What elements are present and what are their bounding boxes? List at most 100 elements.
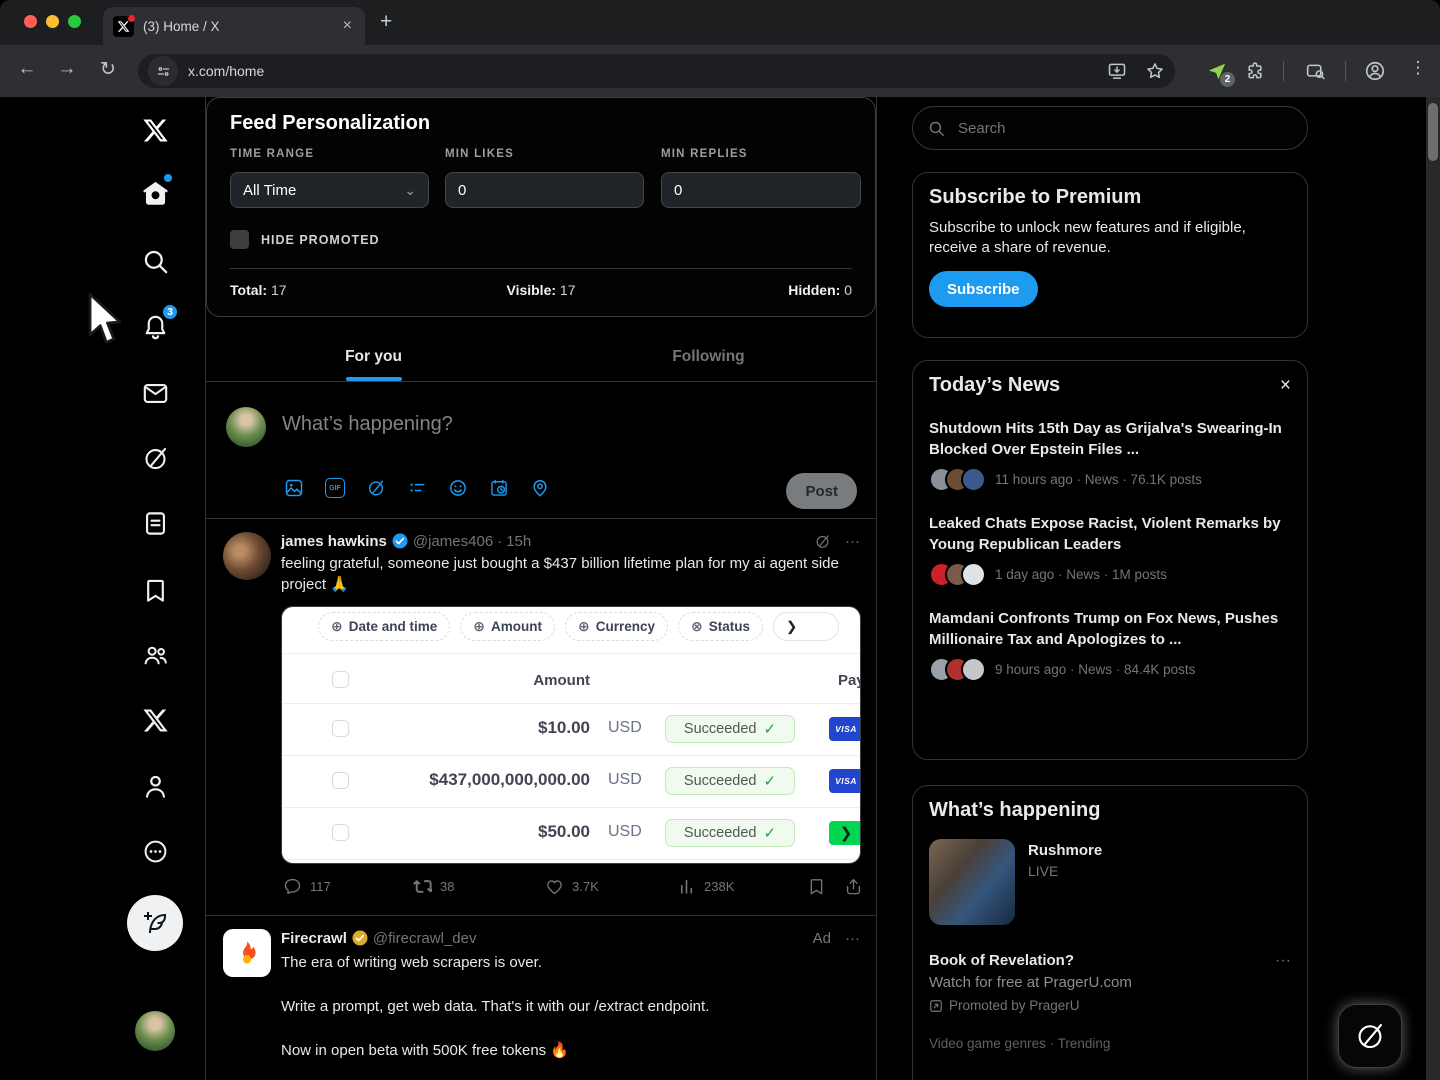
gif-icon[interactable]: GIF (325, 478, 345, 498)
trend-item-partial[interactable]: Video game genres · Trending (929, 1036, 1291, 1051)
row-checkbox[interactable] (332, 720, 349, 737)
tab-close-icon[interactable]: × (340, 17, 355, 35)
news-item[interactable]: Leaked Chats Expose Racist, Violent Rema… (929, 513, 1291, 587)
tweet-more-icon[interactable]: ··· (845, 533, 860, 550)
tweet-author-avatar[interactable] (223, 929, 271, 977)
row-checkbox[interactable] (332, 824, 349, 841)
scrollbar-thumb[interactable] (1428, 103, 1438, 161)
location-icon[interactable] (530, 478, 550, 498)
news-item[interactable]: Mamdani Confronts Trump on Fox News, Pus… (929, 608, 1291, 682)
share-button[interactable] (844, 877, 863, 896)
share-icon (844, 877, 863, 896)
bookmark-button[interactable] (807, 877, 826, 896)
tab-following[interactable]: Following (541, 332, 876, 381)
nav-account-avatar[interactable] (135, 1011, 175, 1051)
grok-enhance-icon[interactable] (366, 478, 386, 498)
repost-button[interactable]: 38 (413, 877, 454, 896)
tweet-image-payments-table[interactable]: ⊕Date and time ⊕Amount ⊕Currency ⊗Status… (281, 606, 861, 864)
author-name[interactable]: james hawkins (281, 533, 387, 550)
post-button[interactable]: Post (786, 473, 857, 509)
chevron-down-icon: ⌄ (404, 182, 416, 199)
filter-chip-currency[interactable]: ⊕Currency (565, 612, 668, 641)
page-scrollbar[interactable] (1426, 97, 1440, 1080)
row-checkbox[interactable] (332, 772, 349, 789)
reply-icon (283, 877, 302, 896)
nav-lists[interactable] (129, 497, 181, 549)
news-close-icon[interactable]: × (1280, 375, 1291, 397)
author-name[interactable]: Firecrawl (281, 930, 347, 947)
trend-more-icon[interactable]: ··· (1275, 952, 1291, 970)
nav-more[interactable] (129, 825, 181, 877)
tab-for-you[interactable]: For you (206, 332, 541, 381)
tweet-firecrawl-ad[interactable]: Firecrawl @firecrawl_dev Ad ··· The era … (206, 916, 876, 1080)
nav-profile[interactable] (129, 760, 181, 812)
subscribe-button[interactable]: Subscribe (929, 271, 1038, 307)
grok-actions-icon[interactable] (814, 533, 831, 550)
hide-promoted-checkbox[interactable] (230, 230, 249, 249)
filter-chip-status[interactable]: ⊗Status (678, 612, 763, 641)
search-box[interactable] (912, 106, 1308, 150)
promoted-trend-item[interactable]: Book of Revelation? ··· Watch for free a… (929, 952, 1291, 1051)
site-settings-icon[interactable] (148, 56, 178, 86)
profile-avatar-icon[interactable] (1363, 59, 1387, 83)
author-handle[interactable]: @firecrawl_dev (373, 930, 477, 947)
grok-floating-button[interactable] (1338, 1004, 1402, 1068)
bookmark-star-icon[interactable] (1145, 61, 1165, 81)
nav-home[interactable] (129, 167, 181, 219)
tweet-james-hawkins[interactable]: james hawkins @james406 · 15h ··· feelin… (206, 519, 876, 916)
install-app-icon[interactable] (1107, 61, 1127, 81)
browser-menu-icon[interactable]: ⋮ (1405, 58, 1431, 78)
tweet-author-avatar[interactable] (223, 532, 271, 580)
poll-icon[interactable] (407, 478, 427, 498)
macos-minimize-button[interactable] (46, 15, 59, 28)
gold-verified-badge-icon (351, 929, 369, 947)
tab-for-you-label: For you (345, 348, 402, 366)
url-text[interactable]: x.com/home (188, 63, 1107, 79)
live-event-thumbnail[interactable] (929, 839, 1015, 925)
plus-circle-icon: ⊕ (473, 618, 485, 635)
payment-column-header: Pay (838, 672, 861, 689)
address-bar[interactable]: x.com/home (138, 54, 1175, 88)
min-replies-input[interactable] (661, 172, 861, 208)
home-unread-dot (164, 174, 172, 182)
filter-chip-date[interactable]: ⊕Date and time (318, 612, 450, 641)
nav-grok[interactable] (129, 432, 181, 484)
views-button[interactable]: 238K (677, 877, 734, 896)
macos-zoom-button[interactable] (68, 15, 81, 28)
nav-messages[interactable] (129, 367, 181, 419)
time-range-select[interactable]: All Time ⌄ (230, 172, 429, 208)
composer-avatar[interactable] (226, 407, 266, 447)
browser-tab[interactable]: (3) Home / X × (103, 7, 365, 45)
nav-x-logo[interactable] (129, 104, 181, 156)
tab-search-icon[interactable] (1303, 59, 1327, 83)
back-button[interactable]: ← (14, 58, 40, 80)
nav-communities[interactable] (129, 629, 181, 681)
composer-placeholder[interactable]: What’s happening? (282, 413, 453, 436)
nav-premium[interactable] (129, 694, 181, 746)
author-handle[interactable]: @james406 (413, 533, 493, 550)
extension-shortcut-icon[interactable]: 2 (1205, 59, 1229, 83)
search-input[interactable] (956, 119, 1292, 138)
filter-chip-amount[interactable]: ⊕Amount (460, 612, 555, 641)
select-all-checkbox[interactable] (332, 671, 349, 688)
tweet-time[interactable]: 15h (506, 533, 531, 550)
media-icon[interactable] (284, 478, 304, 498)
news-item[interactable]: Shutdown Hits 15th Day as Grijalva's Swe… (929, 418, 1291, 492)
forward-button[interactable]: → (54, 58, 80, 80)
filter-chip-cut[interactable]: ❯ (773, 612, 839, 641)
min-likes-input[interactable] (445, 172, 644, 208)
emoji-icon[interactable] (448, 478, 468, 498)
extensions-puzzle-icon[interactable] (1243, 59, 1267, 83)
nav-notifications[interactable]: 3 (129, 301, 181, 353)
live-event-item[interactable]: Rushmore LIVE (929, 839, 1291, 925)
reply-button[interactable]: 117 (283, 877, 331, 896)
schedule-icon[interactable] (489, 478, 509, 498)
reload-button[interactable]: ↻ (95, 58, 121, 81)
new-tab-button[interactable]: + (380, 10, 392, 34)
tweet-more-icon[interactable]: ··· (845, 930, 860, 947)
compose-button[interactable] (127, 895, 183, 951)
nav-bookmarks[interactable] (129, 564, 181, 616)
macos-close-button[interactable] (24, 15, 37, 28)
like-button[interactable]: 3.7K (545, 877, 599, 896)
nav-explore[interactable] (129, 235, 181, 287)
